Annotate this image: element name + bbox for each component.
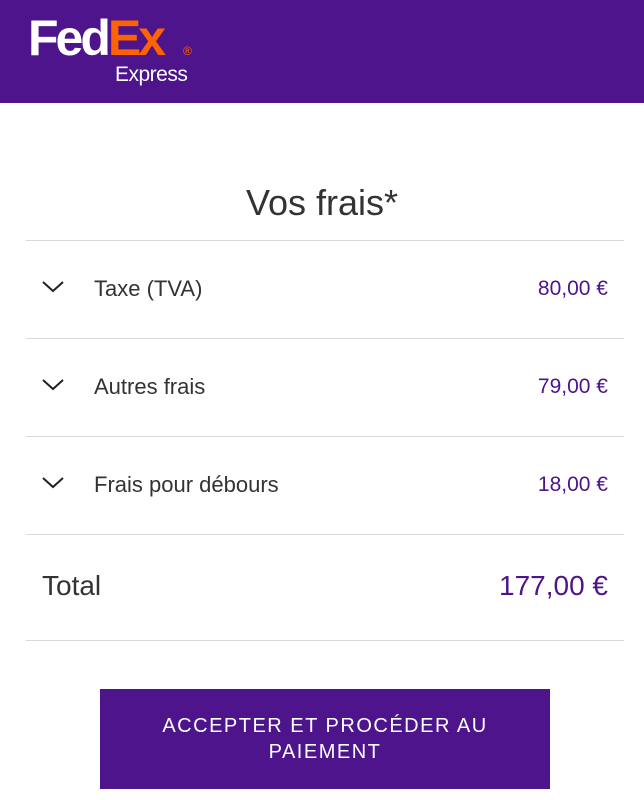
fee-amount: 79,00 € <box>537 375 608 398</box>
fedex-express-logo[interactable]: FedEx ® Express <box>28 8 208 92</box>
fee-row-other[interactable]: Autres frais 79,00 € <box>26 339 624 435</box>
logo-ex: Ex <box>107 10 166 66</box>
fee-label: Taxe (TVA) <box>94 276 203 301</box>
divider <box>26 534 624 535</box>
accept-and-pay-button[interactable]: ACCEPTER ET PROCÉDER AU PAIEMENT <box>100 689 550 789</box>
divider <box>26 640 624 641</box>
registered-mark: ® <box>183 44 192 58</box>
chevron-down-icon[interactable] <box>42 477 64 489</box>
fee-label: Autres frais <box>94 374 206 399</box>
fee-label: Frais pour débours <box>94 472 279 497</box>
fee-row-disbursement[interactable]: Frais pour débours 18,00 € <box>26 437 624 533</box>
logo-express: Express <box>115 63 188 86</box>
chevron-down-icon[interactable] <box>42 281 64 293</box>
fee-row-tax[interactable]: Taxe (TVA) 80,00 € <box>26 241 624 337</box>
chevron-down-icon[interactable] <box>42 379 64 391</box>
total-amount: 177,00 € <box>499 570 608 601</box>
header-bar: FedEx ® Express <box>0 0 644 103</box>
fee-amount: 18,00 € <box>537 473 608 496</box>
total-label: Total <box>42 570 102 601</box>
page: FedEx ® Express Vos frais* Taxe (TVA) 80… <box>0 0 644 800</box>
logo-fed: Fed <box>28 10 111 66</box>
fee-amount: 80,00 € <box>537 277 608 300</box>
accept-and-pay-label: ACCEPTER ET PROCÉDER AU PAIEMENT <box>162 715 488 763</box>
page-title: Vos frais* <box>245 182 399 224</box>
logo-wordmark: FedEx <box>28 8 166 68</box>
